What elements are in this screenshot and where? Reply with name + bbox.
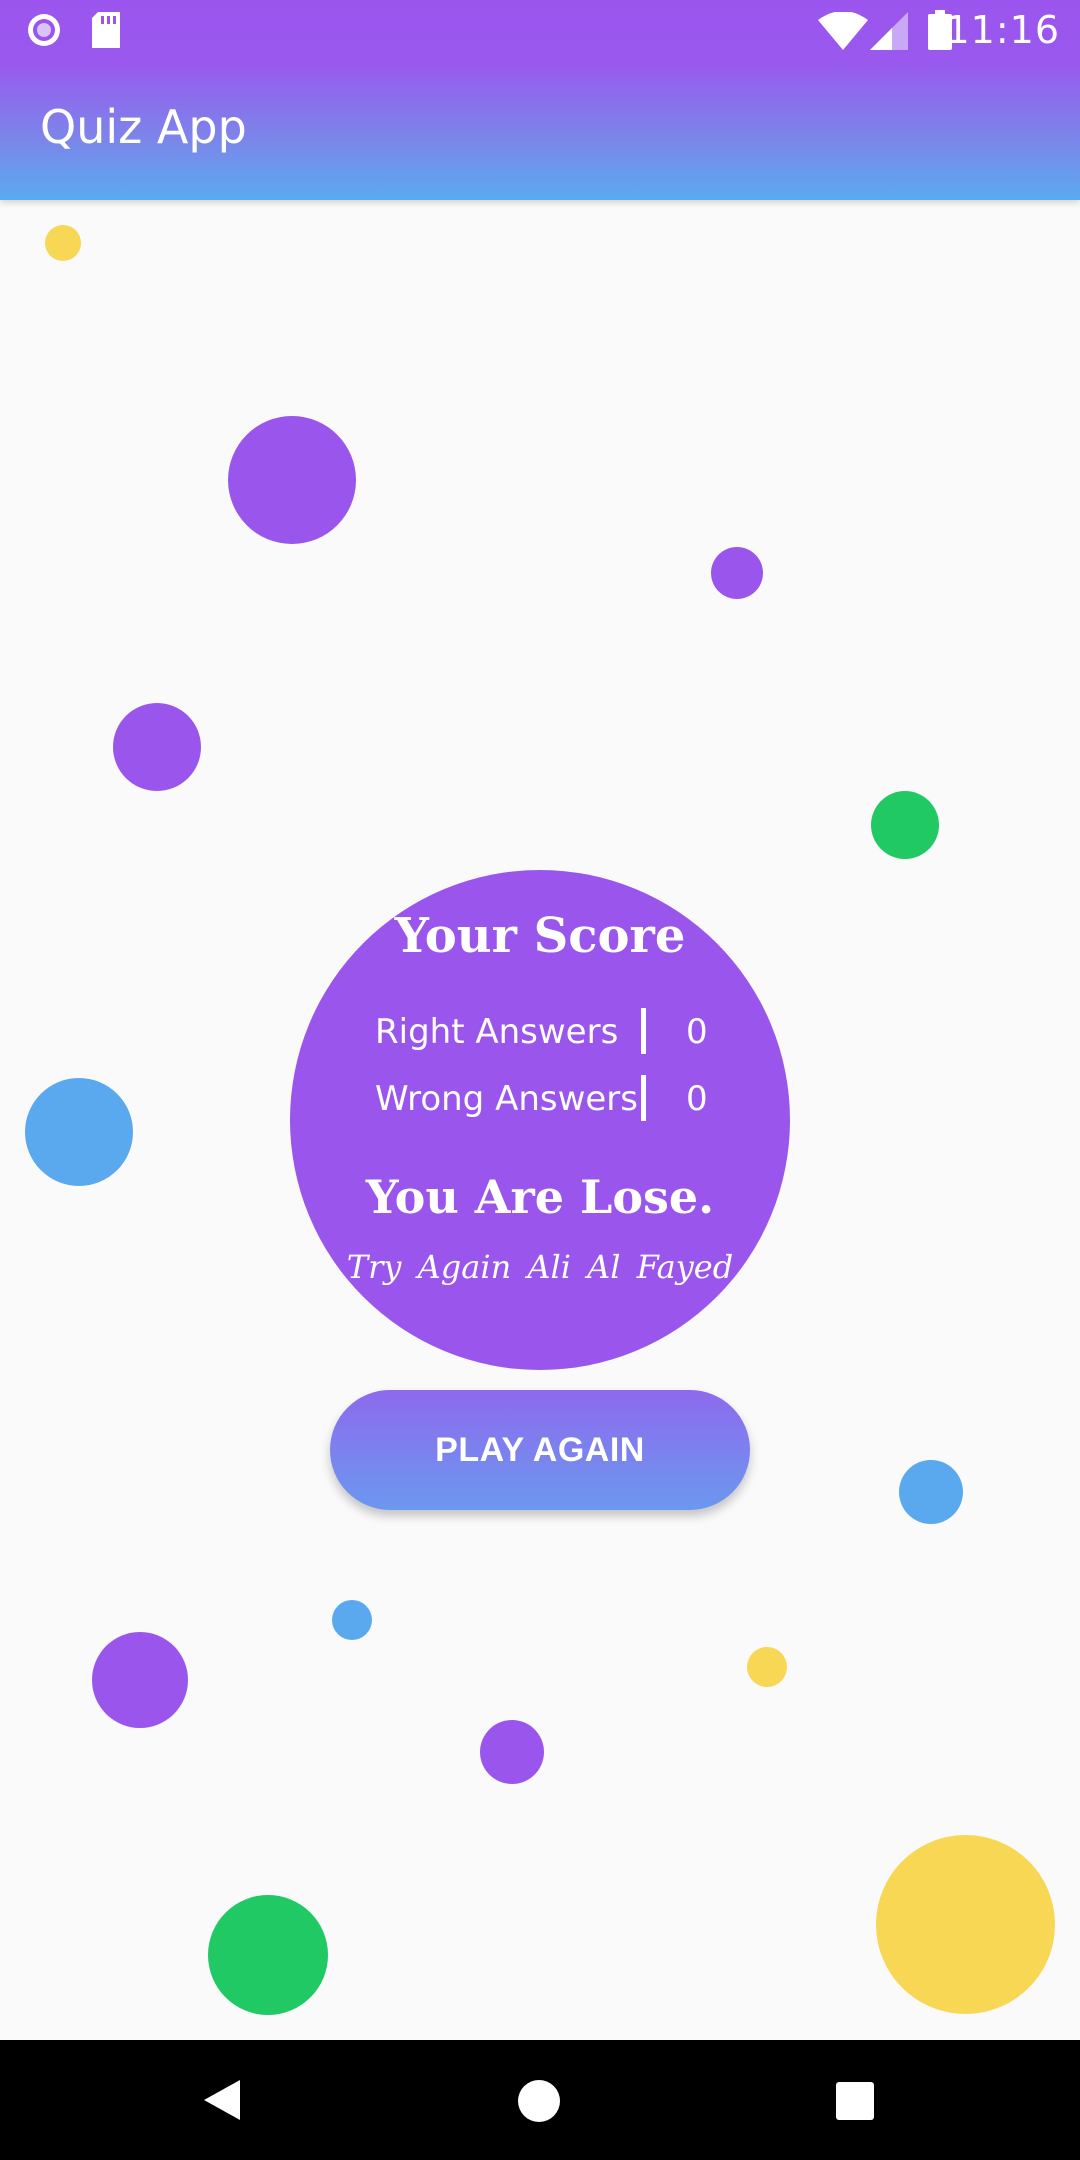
wifi-icon bbox=[818, 12, 868, 50]
decor-bubble bbox=[208, 1895, 328, 2015]
decor-bubble bbox=[25, 1078, 133, 1186]
recents-icon[interactable] bbox=[836, 2082, 874, 2120]
app-bar: 11:16 Quiz App bbox=[0, 0, 1080, 200]
home-icon[interactable] bbox=[518, 2080, 560, 2122]
play-again-button[interactable]: PLAY AGAIN bbox=[330, 1390, 750, 1510]
right-answers-label: Right Answers bbox=[375, 1012, 619, 1052]
decor-bubble bbox=[899, 1460, 963, 1524]
sd-card-icon bbox=[92, 12, 120, 48]
status-time: 11:16 bbox=[945, 8, 1060, 52]
score-card: Your Score Right Answers 0 Wrong Answers… bbox=[290, 870, 790, 1370]
back-icon[interactable] bbox=[200, 2078, 244, 2122]
decor-bubble bbox=[871, 791, 939, 859]
decor-bubble bbox=[711, 547, 763, 599]
wrong-answers-label: Wrong Answers bbox=[375, 1079, 639, 1119]
decor-bubble bbox=[228, 416, 356, 544]
signature-text: Try Again Ali Al Fayed bbox=[346, 1248, 734, 1286]
divider bbox=[641, 1008, 646, 1054]
app-title: Quiz App bbox=[40, 100, 247, 154]
decor-bubble bbox=[747, 1647, 787, 1687]
decor-bubble bbox=[332, 1600, 372, 1640]
decor-bubble bbox=[480, 1720, 544, 1784]
record-icon bbox=[28, 14, 60, 46]
signal-icon bbox=[870, 12, 908, 50]
navigation-bar bbox=[0, 2040, 1080, 2160]
decor-bubble bbox=[876, 1835, 1055, 2014]
decor-bubble bbox=[92, 1632, 188, 1728]
decor-bubble bbox=[113, 703, 201, 791]
status-bar: 11:16 bbox=[0, 0, 1080, 63]
wrong-answers-value: 0 bbox=[686, 1079, 708, 1119]
score-title: Your Score bbox=[394, 908, 686, 964]
result-message: You Are Lose. bbox=[365, 1170, 715, 1224]
divider bbox=[641, 1075, 646, 1121]
right-answers-value: 0 bbox=[686, 1012, 708, 1052]
decor-bubble bbox=[45, 225, 81, 261]
